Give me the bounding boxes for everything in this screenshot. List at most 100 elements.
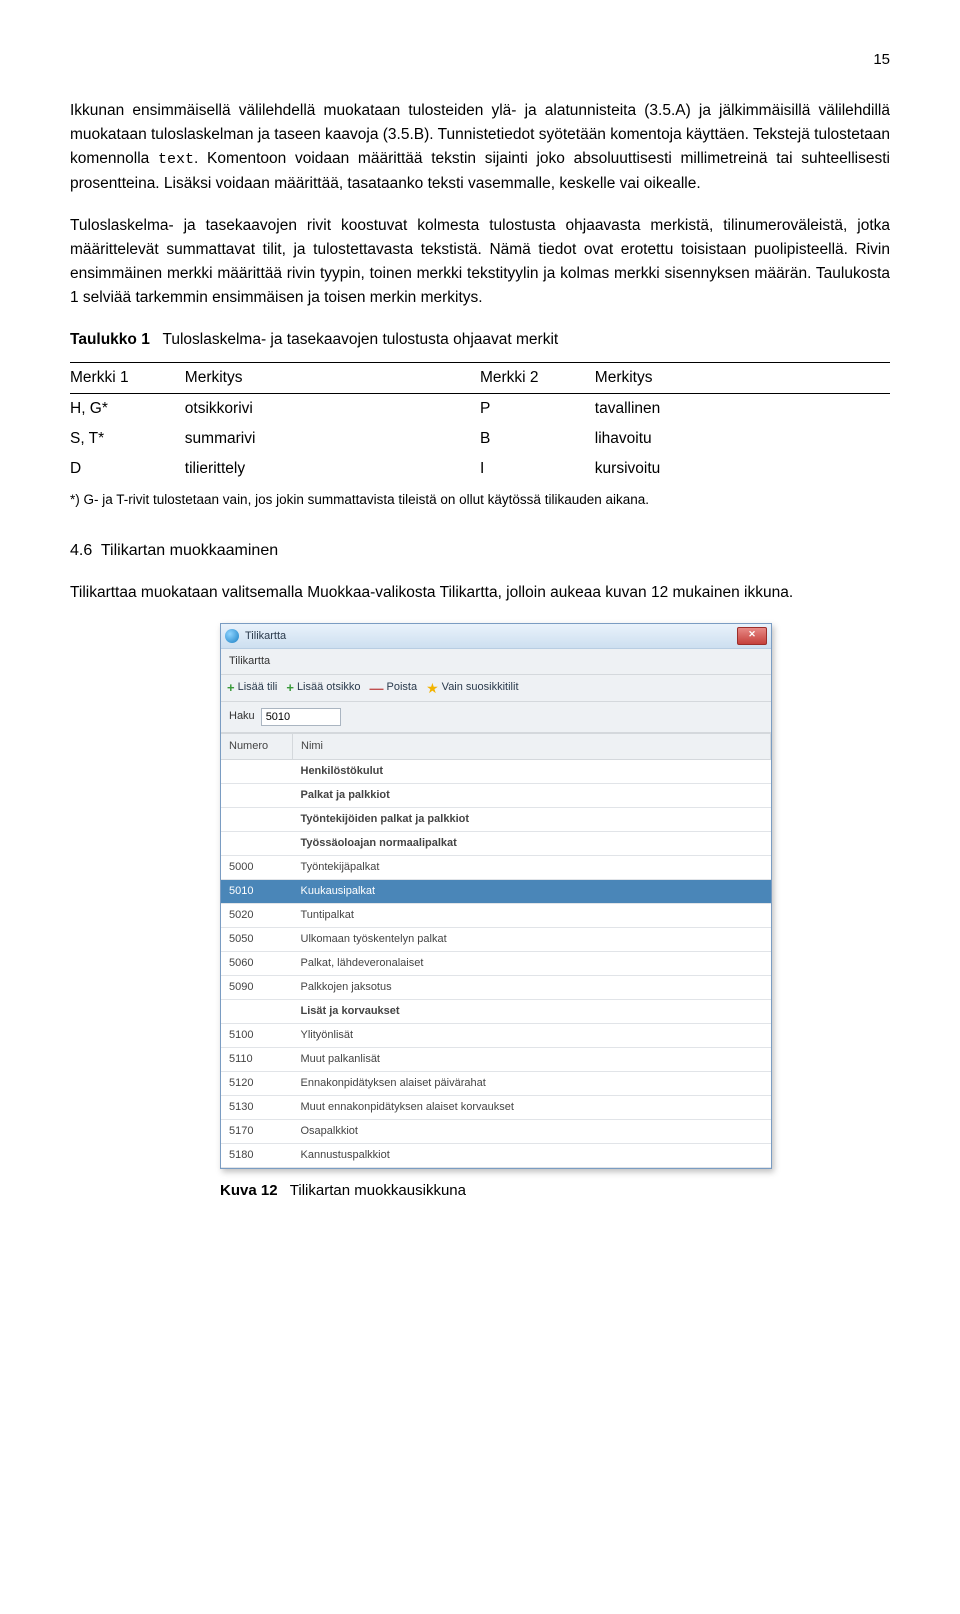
cell-numero	[221, 759, 293, 783]
add-heading-button[interactable]: + Lisää otsikko	[286, 679, 360, 696]
cell-numero: 5120	[221, 1072, 293, 1096]
cell-nimi: Työntekijäpalkat	[293, 855, 771, 879]
search-bar: Haku	[221, 702, 771, 733]
table1-h4: Merkitys	[595, 362, 890, 393]
cell-numero: 5060	[221, 951, 293, 975]
favorites-label: Vain suosikkitilit	[442, 679, 519, 696]
cell: I	[480, 454, 595, 484]
add-heading-label: Lisää otsikko	[297, 679, 361, 696]
plus-icon: +	[227, 683, 235, 693]
table-row[interactable]: 5180Kannustuspalkkiot	[221, 1144, 771, 1168]
account-grid: Numero Nimi HenkilöstökulutPalkat ja pal…	[221, 733, 771, 1169]
cell-nimi: Henkilöstökulut	[293, 759, 771, 783]
table1-caption-text: Tuloslaskelma- ja tasekaavojen tulostust…	[162, 331, 558, 348]
paragraph-1: Ikkunan ensimmäisellä välilehdellä muoka…	[70, 99, 890, 195]
table-row[interactable]: Henkilöstökulut	[221, 759, 771, 783]
cell: B	[480, 424, 595, 454]
cell: kursivoitu	[595, 454, 890, 484]
table-row[interactable]: Työssäoloajan normaalipalkat	[221, 831, 771, 855]
minus-icon: —	[370, 684, 384, 692]
cell-nimi: Palkat ja palkkiot	[293, 783, 771, 807]
table-row[interactable]: 5060Palkat, lähdeveronalaiset	[221, 951, 771, 975]
table1-h1: Merkki 1	[70, 362, 185, 393]
cell-numero: 5110	[221, 1048, 293, 1072]
table-row[interactable]: 5090Palkkojen jaksotus	[221, 975, 771, 999]
table-row[interactable]: 5120Ennakonpidätyksen alaiset päivärahat	[221, 1072, 771, 1096]
table1: Merkki 1 Merkitys Merkki 2 Merkitys H, G…	[70, 362, 890, 484]
table-row[interactable]: 5170Osapalkkiot	[221, 1120, 771, 1144]
section-number: 4.6	[70, 542, 92, 559]
favorites-button[interactable]: ★ Vain suosikkitilit	[426, 679, 518, 696]
delete-label: Poista	[387, 679, 418, 696]
delete-button[interactable]: — Poista	[370, 679, 418, 696]
table-row[interactable]: 5130Muut ennakonpidätyksen alaiset korva…	[221, 1096, 771, 1120]
cell-numero: 5090	[221, 975, 293, 999]
cell-nimi: Kannustuspalkkiot	[293, 1144, 771, 1168]
cell: P	[480, 393, 595, 424]
cell: tilierittely	[185, 454, 480, 484]
table-row[interactable]: 5010Kuukausipalkat	[221, 879, 771, 903]
table-row[interactable]: 5110Muut palkanlisät	[221, 1048, 771, 1072]
cell-numero: 5020	[221, 903, 293, 927]
table-row[interactable]: Palkat ja palkkiot	[221, 783, 771, 807]
toolbar: + Lisää tili + Lisää otsikko — Poista ★ …	[221, 675, 771, 701]
cell: tavallinen	[595, 393, 890, 424]
figure-caption: Kuva 12 Tilikartan muokkausikkuna	[220, 1179, 890, 1202]
cell-nimi: Muut palkanlisät	[293, 1048, 771, 1072]
cell-numero: 5100	[221, 1024, 293, 1048]
table-row[interactable]: 5000Työntekijäpalkat	[221, 855, 771, 879]
paragraph-3: Tilikarttaa muokataan valitsemalla Muokk…	[70, 581, 890, 605]
cell: S, T*	[70, 424, 185, 454]
plus-icon: +	[286, 683, 294, 693]
table1-h3: Merkki 2	[480, 362, 595, 393]
add-account-label: Lisää tili	[238, 679, 278, 696]
add-account-button[interactable]: + Lisää tili	[227, 679, 277, 696]
cell-nimi: Ennakonpidätyksen alaiset päivärahat	[293, 1072, 771, 1096]
col-nimi[interactable]: Nimi	[293, 733, 771, 759]
para1-code: text	[158, 151, 194, 168]
para1-text-b: . Komentoon voidaan määrittää tekstin si…	[70, 150, 890, 191]
table1-footnote: *) G- ja T-rivit tulostetaan vain, jos j…	[70, 490, 890, 511]
table1-h2: Merkitys	[185, 362, 480, 393]
section-title: Tilikartan muokkaaminen	[101, 542, 278, 559]
table-row: H, G* otsikkorivi P tavallinen	[70, 393, 890, 424]
table-row[interactable]: Työntekijöiden palkat ja palkkiot	[221, 807, 771, 831]
table-row[interactable]: 5020Tuntipalkat	[221, 903, 771, 927]
paragraph-2: Tuloslaskelma- ja tasekaavojen rivit koo…	[70, 214, 890, 310]
cell: lihavoitu	[595, 424, 890, 454]
cell-numero: 5010	[221, 879, 293, 903]
cell-numero	[221, 783, 293, 807]
table-row[interactable]: 5050Ulkomaan työskentelyn palkat	[221, 927, 771, 951]
app-icon	[225, 629, 239, 643]
menubar: Tilikartta	[221, 649, 771, 675]
table1-caption: Taulukko 1 Tuloslaskelma- ja tasekaavoje…	[70, 328, 890, 352]
table-row[interactable]: 5100Ylityönlisät	[221, 1024, 771, 1048]
table-row: D tilierittely I kursivoitu	[70, 454, 890, 484]
col-numero[interactable]: Numero	[221, 733, 293, 759]
cell: summarivi	[185, 424, 480, 454]
cell-numero: 5050	[221, 927, 293, 951]
search-input[interactable]	[261, 708, 341, 726]
menu-tilikartta[interactable]: Tilikartta	[229, 655, 270, 667]
figure-label: Kuva 12	[220, 1182, 278, 1199]
cell-nimi: Tuntipalkat	[293, 903, 771, 927]
page-number: 15	[70, 48, 890, 71]
window-titlebar[interactable]: Tilikartta ✕	[221, 624, 771, 649]
cell-numero	[221, 831, 293, 855]
tilikartta-window: Tilikartta ✕ Tilikartta + Lisää tili + L…	[220, 623, 772, 1169]
cell-nimi: Ylityönlisät	[293, 1024, 771, 1048]
cell-nimi: Työntekijöiden palkat ja palkkiot	[293, 807, 771, 831]
window-title: Tilikartta	[245, 628, 737, 645]
star-icon: ★	[426, 682, 439, 694]
close-button[interactable]: ✕	[737, 627, 767, 645]
cell-numero	[221, 807, 293, 831]
cell-nimi: Palkat, lähdeveronalaiset	[293, 951, 771, 975]
cell-nimi: Muut ennakonpidätyksen alaiset korvaukse…	[293, 1096, 771, 1120]
cell-nimi: Osapalkkiot	[293, 1120, 771, 1144]
section-heading: 4.6 Tilikartan muokkaaminen	[70, 539, 890, 564]
table-row[interactable]: Lisät ja korvaukset	[221, 1000, 771, 1024]
cell-nimi: Ulkomaan työskentelyn palkat	[293, 927, 771, 951]
search-label: Haku	[229, 708, 255, 725]
cell-nimi: Lisät ja korvaukset	[293, 1000, 771, 1024]
cell-numero	[221, 1000, 293, 1024]
